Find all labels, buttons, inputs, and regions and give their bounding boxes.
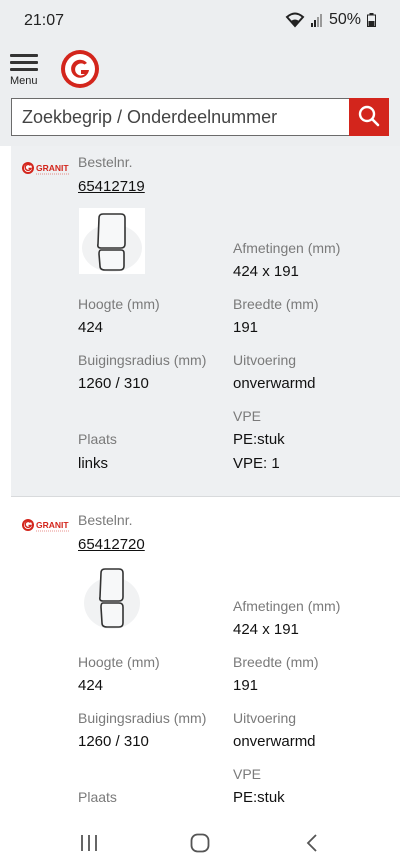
search-bar xyxy=(0,96,400,146)
home-icon xyxy=(190,833,210,858)
version-value: onverwarmd xyxy=(233,733,316,750)
order-number-label: Bestelnr. xyxy=(78,512,133,528)
height-label: Hoogte (mm) xyxy=(78,654,160,670)
order-number-link[interactable]: 65412719 xyxy=(78,178,145,195)
width-value: 191 xyxy=(233,319,259,336)
home-button[interactable] xyxy=(185,832,215,858)
product-card[interactable]: GRANIT Bestelnr. 65412720 Afmetingen (mm… xyxy=(11,496,400,824)
version-value: onverwarmd xyxy=(233,375,316,392)
back-button[interactable] xyxy=(297,832,327,858)
order-number-link[interactable]: 65412720 xyxy=(78,536,145,553)
radius-value: 1260 / 310 xyxy=(78,733,149,750)
product-list: GRANIT Bestelnr. 65412719 Afmetingen (mm… xyxy=(0,146,400,824)
signal-icon xyxy=(310,13,323,27)
hamburger-icon-bar xyxy=(10,61,38,64)
back-icon xyxy=(305,833,319,858)
search-icon xyxy=(357,104,381,131)
radius-value: 1260 / 310 xyxy=(78,375,149,392)
height-label: Hoogte (mm) xyxy=(78,296,160,312)
system-navigation-bar xyxy=(0,824,400,867)
place-label: Plaats xyxy=(78,431,117,447)
hamburger-icon xyxy=(10,54,38,57)
hamburger-icon-bar xyxy=(10,68,38,71)
battery-percent: 50% xyxy=(328,11,361,28)
granit-logo-icon[interactable] xyxy=(60,49,100,89)
dimensions-value: 424 x 191 xyxy=(233,263,299,280)
version-label: Uitvoering xyxy=(233,710,297,726)
vpe-label: VPE xyxy=(233,408,262,424)
svg-text:GRANIT: GRANIT xyxy=(36,520,69,530)
battery-icon xyxy=(367,13,376,27)
app-header: Menu xyxy=(0,40,400,96)
vpe-label: VPE xyxy=(233,766,262,782)
dimensions-label: Afmetingen (mm) xyxy=(233,240,341,256)
status-icons: 50% xyxy=(285,11,376,29)
radius-label: Buigingsradius (mm) xyxy=(78,352,207,368)
mirror-glass-image[interactable] xyxy=(79,567,145,633)
vpe-unit: PE:stuk xyxy=(233,431,285,448)
height-value: 424 xyxy=(78,319,104,336)
width-value: 191 xyxy=(233,677,259,694)
version-label: Uitvoering xyxy=(233,352,297,368)
radius-label: Buigingsradius (mm) xyxy=(78,710,207,726)
vpe-unit: PE:stuk xyxy=(233,789,285,806)
place-value: links xyxy=(78,455,109,472)
status-time: 21:07 xyxy=(24,12,65,29)
width-label: Breedte (mm) xyxy=(233,296,319,312)
granit-brand-logo-icon: GRANIT xyxy=(21,156,71,180)
search-button[interactable] xyxy=(349,98,389,136)
status-bar: 21:07 50% xyxy=(0,0,400,40)
menu-label: Menu xyxy=(10,75,38,87)
menu-button[interactable]: Menu xyxy=(8,48,42,90)
place-label: Plaats xyxy=(78,789,117,805)
height-value: 424 xyxy=(78,677,104,694)
dimensions-value: 424 x 191 xyxy=(233,621,299,638)
dimensions-label: Afmetingen (mm) xyxy=(233,598,341,614)
recents-button[interactable] xyxy=(74,832,104,858)
order-number-label: Bestelnr. xyxy=(78,154,133,170)
vpe-value: VPE: 1 xyxy=(233,455,280,472)
mirror-glass-image[interactable] xyxy=(79,208,145,274)
granit-brand-logo-icon: GRANIT xyxy=(21,513,71,537)
recents-icon xyxy=(79,834,99,857)
wifi-icon xyxy=(285,12,305,28)
search-input[interactable] xyxy=(11,98,350,136)
product-card[interactable]: GRANIT Bestelnr. 65412719 Afmetingen (mm… xyxy=(11,146,400,496)
svg-text:GRANIT: GRANIT xyxy=(36,163,69,173)
width-label: Breedte (mm) xyxy=(233,654,319,670)
